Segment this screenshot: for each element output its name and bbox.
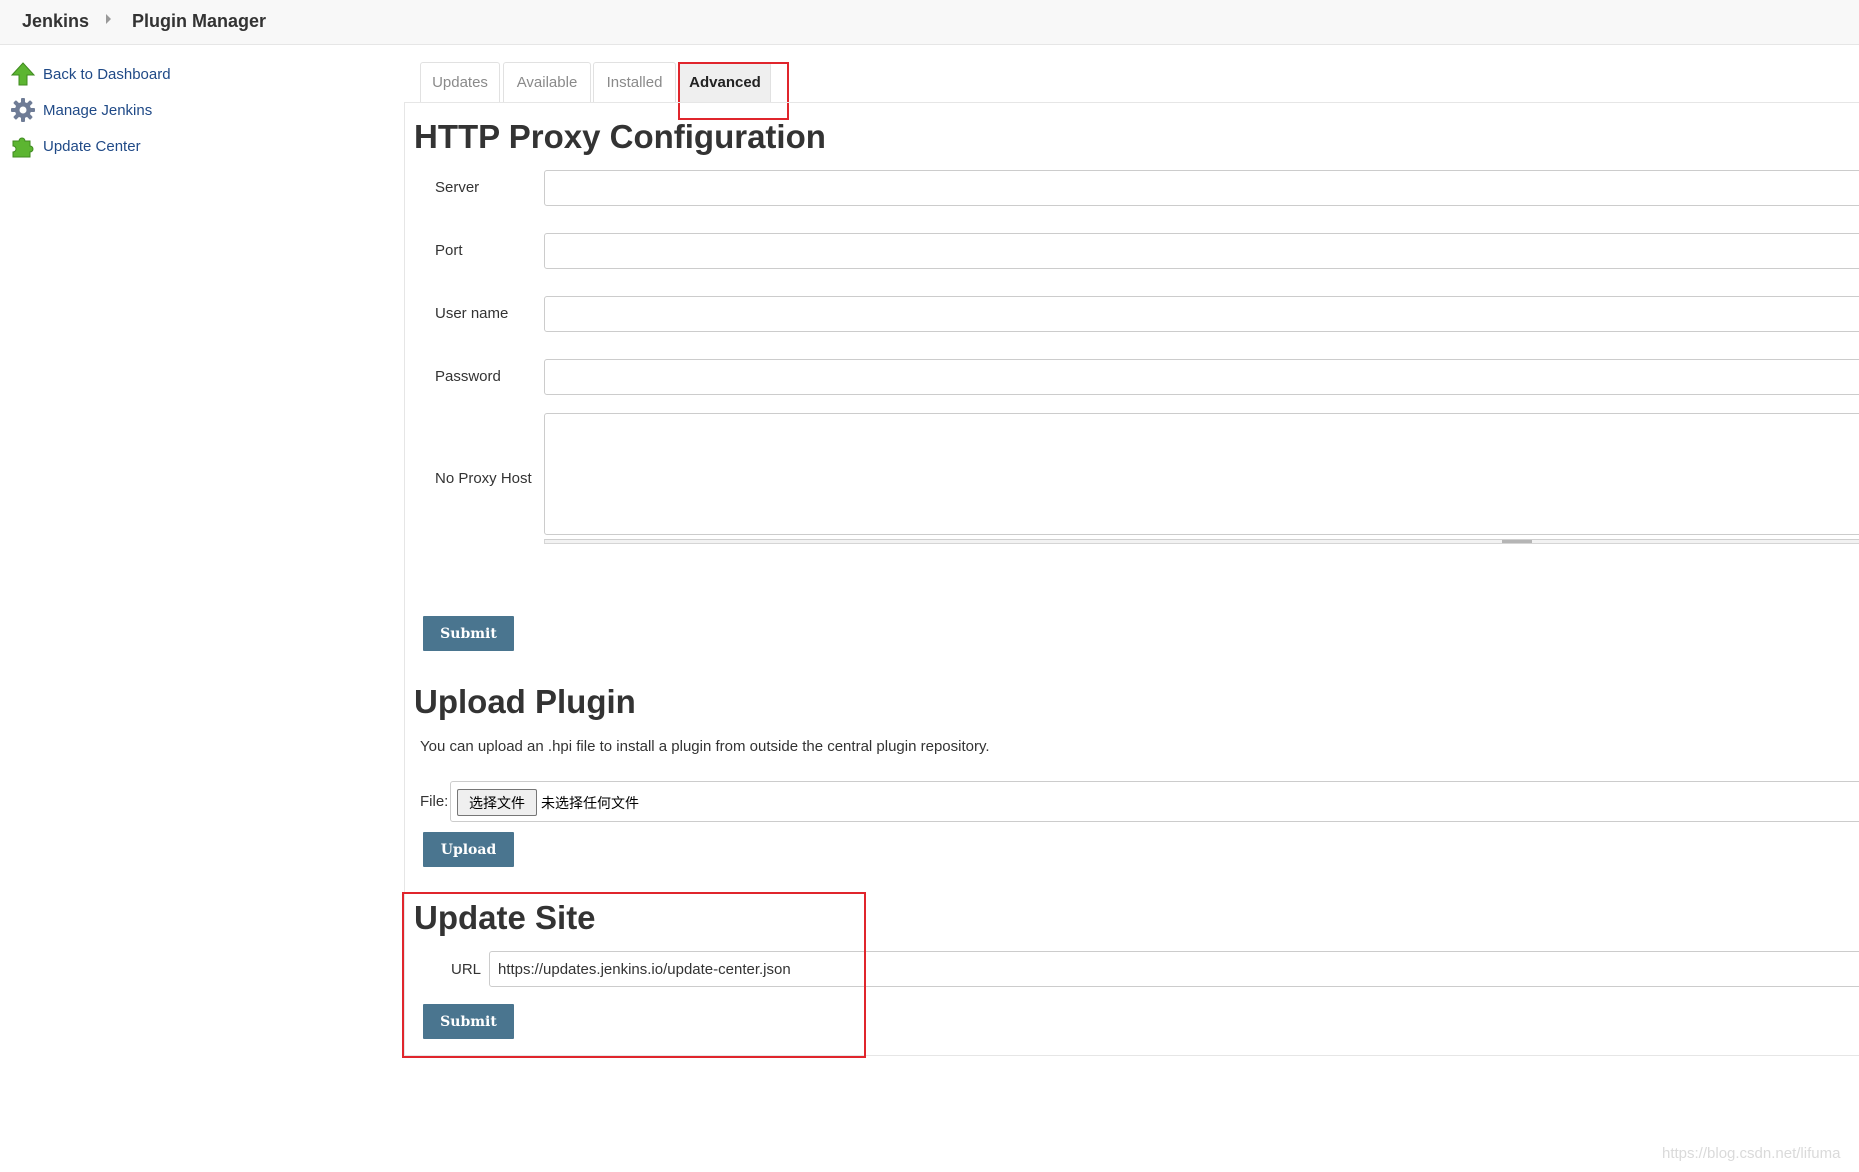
proxy-submit-button[interactable]: Submit	[423, 616, 514, 651]
upload-description: You can upload an .hpi file to install a…	[420, 738, 990, 755]
textarea-resize-handle[interactable]	[544, 539, 1859, 544]
resize-grip-icon	[1502, 540, 1532, 543]
file-label: File:	[420, 793, 449, 810]
update-site-submit-button[interactable]: Submit	[423, 1004, 514, 1039]
no-proxy-host-label: No Proxy Host	[435, 470, 532, 487]
url-label: URL	[451, 961, 482, 978]
server-input[interactable]	[544, 170, 1859, 206]
breadcrumb-plugin-manager[interactable]: Plugin Manager	[132, 11, 266, 32]
tab-available[interactable]: Available	[503, 62, 591, 102]
port-label: Port	[435, 242, 463, 259]
update-site-url-input[interactable]	[489, 951, 1859, 987]
sidebar-item-label: Manage Jenkins	[43, 101, 153, 119]
sidebar-item-back-to-dashboard[interactable]: Back to Dashboard	[10, 60, 171, 88]
tab-updates[interactable]: Updates	[420, 62, 500, 102]
gear-icon	[10, 97, 36, 123]
username-input[interactable]	[544, 296, 1859, 332]
choose-file-button[interactable]: 选择文件	[457, 789, 537, 816]
port-input[interactable]	[544, 233, 1859, 269]
password-label: Password	[435, 368, 501, 385]
tab-advanced[interactable]: Advanced	[679, 62, 771, 102]
password-input[interactable]	[544, 359, 1859, 395]
puzzle-icon	[10, 133, 36, 159]
proxy-section-title: HTTP Proxy Configuration	[414, 118, 826, 155]
file-input-container	[450, 781, 1859, 822]
sidebar-item-manage-jenkins[interactable]: Manage Jenkins	[10, 96, 152, 124]
sidebar-item-update-center[interactable]: Update Center	[10, 132, 141, 160]
no-proxy-host-textarea[interactable]	[544, 413, 1859, 535]
sidebar-item-label: Update Center	[43, 137, 141, 155]
watermark: https://blog.csdn.net/lifuma	[1662, 1145, 1841, 1162]
up-arrow-icon	[10, 61, 36, 87]
upload-section-title: Upload Plugin	[414, 683, 636, 720]
server-label: Server	[435, 179, 480, 196]
sidebar-item-label: Back to Dashboard	[43, 65, 171, 83]
breadcrumb-separator-icon	[106, 14, 111, 24]
breadcrumb-jenkins[interactable]: Jenkins	[22, 11, 89, 32]
upload-button[interactable]: Upload	[423, 832, 514, 867]
update-site-section-title: Update Site	[414, 899, 596, 936]
breadcrumb-bar: Jenkins Plugin Manager	[0, 0, 1859, 45]
tab-installed[interactable]: Installed	[593, 62, 676, 102]
file-status-text: 未选择任何文件	[541, 796, 639, 812]
username-label: User name	[435, 305, 509, 322]
